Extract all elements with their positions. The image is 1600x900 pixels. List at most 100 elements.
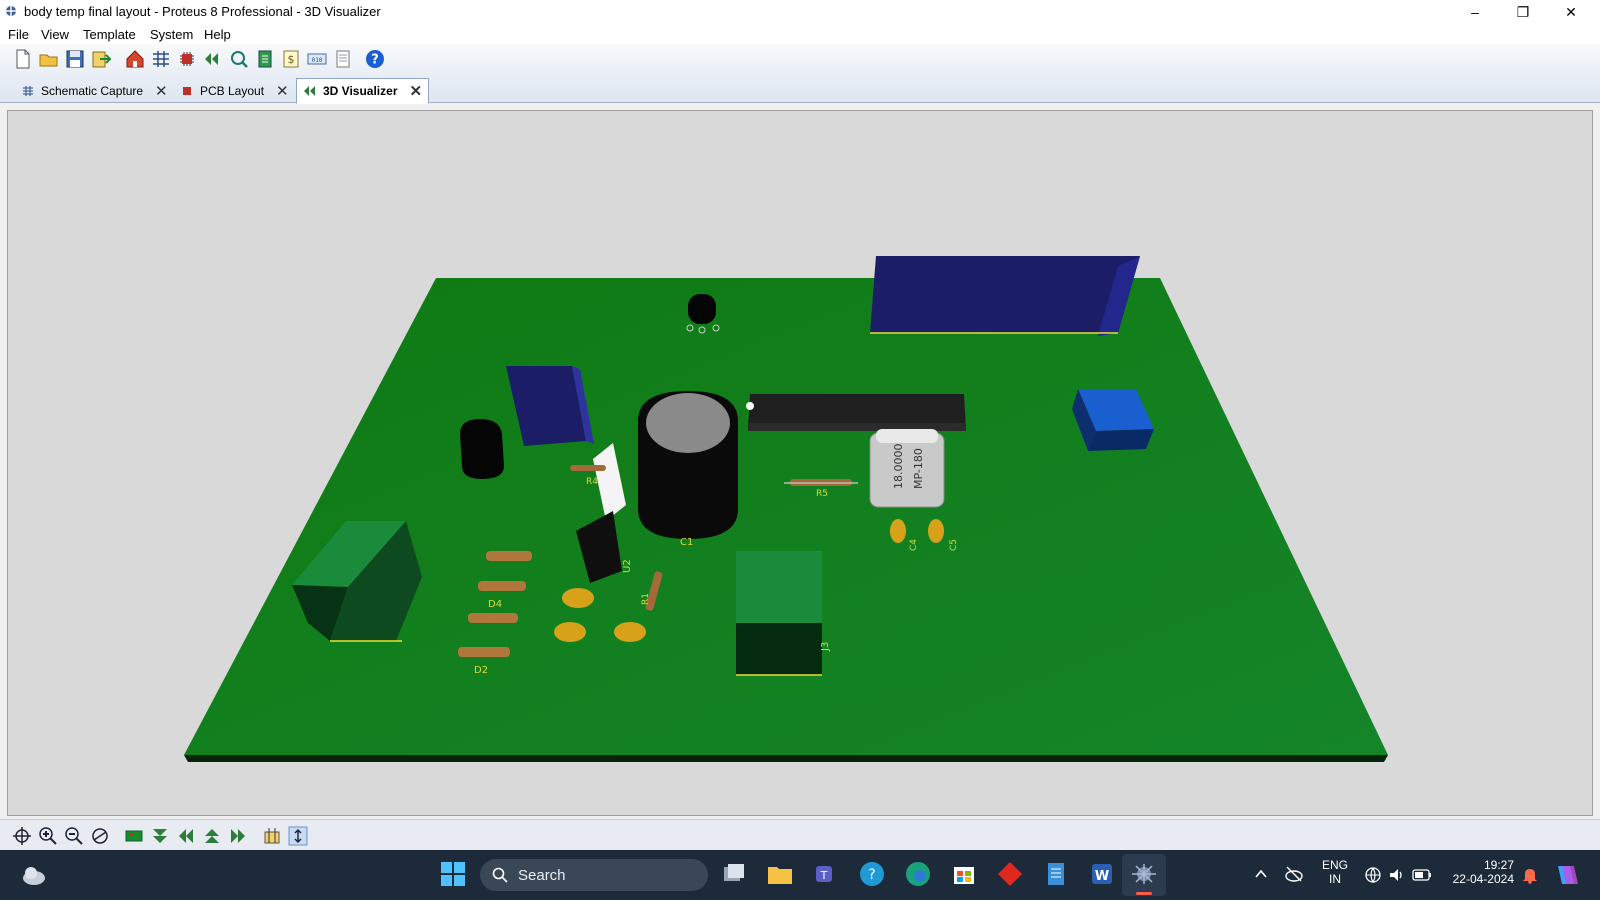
right-view-icon[interactable] [228, 826, 248, 846]
zoom-out-icon[interactable] [64, 826, 84, 846]
search-label: Search [518, 867, 566, 884]
clock-time: 19:27 [1483, 858, 1514, 872]
pcb-board-edge [184, 755, 1388, 762]
minimize-button[interactable]: – [1452, 0, 1498, 24]
back-view-icon[interactable] [202, 826, 222, 846]
height-view-icon[interactable] [262, 826, 282, 846]
project-notes-icon[interactable] [332, 48, 354, 70]
notification-bell-icon[interactable] [1522, 866, 1538, 884]
label-c4: C4 [909, 539, 919, 551]
menu-help[interactable]: Help [204, 27, 231, 42]
search-icon [492, 867, 508, 883]
store-icon[interactable] [948, 858, 980, 890]
tab-3d-visualizer[interactable]: 3D Visualizer ✕ [296, 78, 430, 104]
help-icon[interactable]: ? [364, 48, 386, 70]
home-icon[interactable] [124, 48, 146, 70]
schematic-icon[interactable] [150, 48, 172, 70]
menu-view[interactable]: View [41, 27, 69, 42]
open-folder-icon[interactable] [38, 48, 60, 70]
teams-icon[interactable]: T [810, 858, 842, 890]
proteus-app-icon [1132, 864, 1156, 884]
view-toolbar [0, 819, 1600, 851]
dimension-toggle-icon[interactable] [288, 826, 308, 846]
edge-browser-icon[interactable] [902, 858, 934, 890]
svg-text:?: ? [371, 53, 379, 68]
notepad-icon[interactable] [1040, 858, 1072, 890]
label-r1: R1 [641, 593, 651, 605]
proteus-taskbar-button[interactable] [1122, 854, 1166, 896]
label-r5: R5 [816, 489, 828, 499]
pcb-3d-render: 18.0000 MP-180 C1 U2 R4 R5 R1 D4 D2 C4 C… [184, 256, 1388, 762]
weather-icon[interactable] [20, 862, 48, 888]
tab-label: 3D Visualizer [323, 84, 398, 98]
save-icon[interactable] [64, 48, 86, 70]
close-tab-icon[interactable]: ✕ [276, 82, 289, 100]
pcb-board [184, 278, 1388, 755]
import-icon[interactable] [90, 48, 112, 70]
schematic-icon [23, 86, 33, 96]
cloud-offline-icon[interactable] [1284, 865, 1304, 883]
pcb-chip-icon[interactable] [176, 48, 198, 70]
crystal-oscillator: 18.0000 MP-180 [869, 429, 945, 508]
tab-label: PCB Layout [200, 84, 265, 98]
taskbar-search[interactable]: Search [480, 859, 708, 891]
window-title: body temp final layout - Proteus 8 Profe… [24, 4, 381, 19]
label-c5: C5 [949, 539, 959, 551]
label-u2: U2 [622, 559, 633, 573]
windows-taskbar: Search T ? W ENG IN 19:27 22-04-2024 [0, 850, 1600, 900]
help-app-icon[interactable]: ? [856, 858, 888, 890]
source-code-icon[interactable]: 010 [306, 48, 328, 70]
language-indicator[interactable]: ENG IN [1318, 858, 1352, 886]
volume-icon[interactable] [1388, 866, 1406, 884]
restore-button[interactable]: ❐ [1500, 0, 1546, 24]
clock-date: 22-04-2024 [1452, 872, 1514, 886]
menu-system[interactable]: System [150, 27, 193, 42]
copilot-icon[interactable] [1552, 862, 1580, 888]
toolbar: $ 010 ? [0, 44, 1600, 76]
3d-visualizer-icon [304, 86, 315, 96]
tab-bar: Schematic Capture ✕ PCB Layout ✕ 3D Visu… [0, 76, 1600, 104]
task-view-icon[interactable] [718, 858, 750, 890]
svg-text:?: ? [868, 867, 875, 883]
gerber-viewer-icon[interactable] [228, 48, 250, 70]
label-d4: D4 [488, 599, 502, 610]
menu-template[interactable]: Template [83, 27, 136, 42]
clock[interactable]: 19:27 22-04-2024 [1442, 858, 1514, 886]
network-icon[interactable] [1364, 866, 1382, 884]
close-tab-icon[interactable]: ✕ [409, 82, 422, 100]
bill-of-materials-icon[interactable]: $ [280, 48, 302, 70]
windows-start-icon[interactable] [437, 858, 469, 890]
left-view-icon[interactable] [176, 826, 196, 846]
tab-label: Schematic Capture [41, 84, 144, 98]
tab-pcb-layout[interactable]: PCB Layout ✕ [173, 79, 296, 103]
label-d2: D2 [474, 665, 488, 676]
zoom-in-icon[interactable] [38, 826, 58, 846]
diode-3 [468, 613, 518, 623]
zoom-fit-icon[interactable] [90, 826, 110, 846]
new-file-icon[interactable] [12, 48, 34, 70]
word-icon[interactable]: W [1086, 858, 1118, 890]
3d-visualizer-icon[interactable] [202, 48, 224, 70]
red-diamond-app-icon[interactable] [994, 858, 1026, 890]
design-explorer-icon[interactable] [254, 48, 276, 70]
close-tab-icon[interactable]: ✕ [155, 82, 168, 100]
close-window-button[interactable]: ✕ [1548, 0, 1594, 24]
front-view-icon[interactable] [150, 826, 170, 846]
battery-icon[interactable] [1412, 868, 1432, 882]
chevron-up-icon[interactable] [1254, 868, 1268, 880]
pcb-chip-icon [183, 87, 191, 95]
menu-bar: File View Template System Help [0, 24, 1600, 44]
top-view-icon[interactable] [124, 826, 144, 846]
crystal-model-label: MP-180 [912, 448, 925, 489]
file-explorer-icon[interactable] [764, 858, 796, 890]
ic-u1 [746, 394, 966, 431]
region-code: IN [1329, 872, 1341, 886]
pan-crosshair-icon[interactable] [12, 826, 32, 846]
svg-text:W: W [1095, 869, 1109, 884]
tab-schematic-capture[interactable]: Schematic Capture ✕ [14, 79, 175, 103]
3d-viewport[interactable]: 18.0000 MP-180 C1 U2 R4 R5 R1 D4 D2 C4 C… [7, 110, 1593, 816]
menu-file[interactable]: File [8, 27, 29, 42]
connector-header [870, 256, 1140, 336]
svg-text:T: T [820, 869, 828, 882]
electrolytic-capacitor-c1: C1 [638, 391, 738, 548]
